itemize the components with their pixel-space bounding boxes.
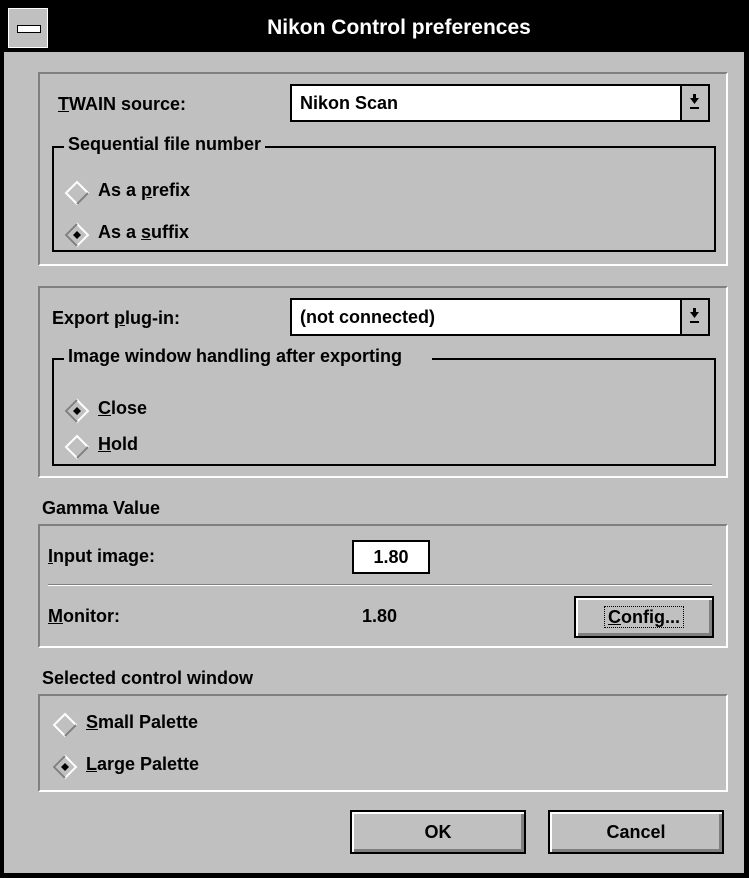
hold-radio[interactable] bbox=[64, 434, 90, 460]
input-image-field[interactable]: 1.80 bbox=[352, 540, 430, 574]
dropdown-arrow-icon[interactable] bbox=[680, 86, 708, 120]
hold-radio-label[interactable]: Hold bbox=[98, 434, 138, 455]
prefix-radio[interactable] bbox=[64, 180, 90, 206]
system-menu-icon bbox=[17, 25, 41, 33]
cancel-button[interactable]: Cancel bbox=[548, 810, 724, 854]
large-palette-radio[interactable] bbox=[52, 754, 78, 780]
prefix-radio-label[interactable]: As a prefix bbox=[98, 180, 190, 201]
image-window-handling-title: Image window handling after exporting bbox=[64, 346, 433, 367]
image-window-handling-group: Image window handling after exporting Cl… bbox=[52, 346, 716, 466]
twain-source-dropdown[interactable]: Nikon Scan bbox=[290, 84, 710, 122]
system-menu-button[interactable] bbox=[8, 8, 48, 48]
title-bar: Nikon Control preferences bbox=[4, 4, 744, 52]
export-plugin-dropdown[interactable]: (not connected) bbox=[290, 298, 710, 336]
config-button[interactable]: Config... bbox=[574, 596, 714, 638]
close-radio[interactable] bbox=[64, 398, 90, 424]
dropdown-arrow-icon[interactable] bbox=[680, 300, 708, 334]
divider bbox=[48, 584, 712, 586]
large-palette-label[interactable]: Large Palette bbox=[86, 754, 199, 775]
monitor-label: Monitor: bbox=[48, 606, 120, 626]
preferences-dialog: Nikon Control preferences TWAIN source: … bbox=[2, 2, 746, 875]
export-plugin-label: Export plug-in: bbox=[52, 308, 180, 328]
control-window-panel: Small Palette Large Palette bbox=[38, 694, 728, 792]
twain-source-label: TWAIN source: bbox=[58, 94, 187, 114]
close-radio-label[interactable]: Close bbox=[98, 398, 147, 419]
control-window-title: Selected control window bbox=[42, 668, 254, 688]
small-palette-label[interactable]: Small Palette bbox=[86, 712, 198, 733]
suffix-radio[interactable] bbox=[64, 222, 90, 248]
suffix-radio-label[interactable]: As a suffix bbox=[98, 222, 189, 243]
monitor-value: 1.80 bbox=[362, 606, 398, 626]
gamma-value-title: Gamma Value bbox=[42, 498, 161, 518]
small-palette-radio[interactable] bbox=[52, 712, 78, 738]
twain-source-value: Nikon Scan bbox=[300, 93, 399, 113]
export-plugin-value: (not connected) bbox=[300, 307, 435, 327]
gamma-panel: Input image: 1.80 Monitor: 1.80 Config..… bbox=[38, 524, 728, 648]
sequential-file-number-group: Sequential file number As a prefix As a … bbox=[52, 134, 716, 252]
ok-button[interactable]: OK bbox=[350, 810, 526, 854]
sequential-file-number-title: Sequential file number bbox=[64, 134, 266, 155]
input-image-label: Input image: bbox=[48, 546, 156, 566]
twain-panel: TWAIN source: Nikon Scan Sequential file… bbox=[38, 72, 728, 266]
export-panel: Export plug-in: (not connected) Image wi… bbox=[38, 286, 728, 478]
window-title: Nikon Control preferences bbox=[267, 16, 531, 39]
